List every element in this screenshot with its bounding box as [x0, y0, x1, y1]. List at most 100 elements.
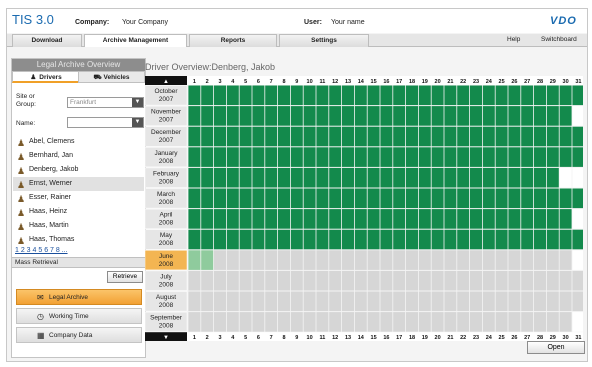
driver-item[interactable]: ♟ Haas, Martin: [13, 219, 144, 233]
day-cell[interactable]: [470, 291, 482, 312]
day-cell[interactable]: [495, 167, 508, 188]
day-cell[interactable]: [316, 291, 329, 312]
day-cell[interactable]: [546, 229, 559, 250]
day-cell[interactable]: [470, 85, 482, 106]
day-cell[interactable]: [329, 126, 342, 147]
day-cell[interactable]: [521, 85, 534, 106]
day-cell[interactable]: [316, 188, 329, 209]
day-cell[interactable]: [214, 167, 226, 188]
day-cell[interactable]: [354, 188, 367, 209]
day-cell[interactable]: [226, 188, 239, 209]
day-cell[interactable]: [418, 85, 431, 106]
day-cell[interactable]: [278, 85, 290, 106]
day-cell[interactable]: [521, 126, 534, 147]
day-cell[interactable]: [188, 229, 201, 250]
day-cell[interactable]: [418, 147, 431, 167]
day-cell[interactable]: [495, 291, 508, 312]
day-cell[interactable]: [354, 106, 367, 126]
day-cell[interactable]: [342, 312, 354, 332]
day-cell[interactable]: [495, 85, 508, 106]
day-cell[interactable]: [521, 106, 534, 126]
day-cell[interactable]: [572, 250, 583, 270]
day-cell[interactable]: [278, 209, 290, 229]
driver-pager[interactable]: 1 2 3 4 5 6 7 8 ...: [15, 247, 68, 254]
day-cell[interactable]: [226, 291, 239, 312]
menu-help[interactable]: Help: [507, 34, 520, 47]
day-cell[interactable]: [572, 229, 583, 250]
day-cell[interactable]: [572, 126, 583, 147]
day-cell[interactable]: [546, 250, 559, 270]
day-cell[interactable]: [290, 291, 303, 312]
day-cell[interactable]: [265, 188, 278, 209]
day-cell[interactable]: [431, 291, 444, 312]
day-cell[interactable]: [559, 291, 572, 312]
day-cell[interactable]: [482, 270, 495, 291]
day-cell[interactable]: [431, 147, 444, 167]
day-cell[interactable]: [521, 250, 534, 270]
day-cell[interactable]: [342, 85, 354, 106]
day-cell[interactable]: [226, 85, 239, 106]
day-cell[interactable]: [406, 106, 418, 126]
day-cell[interactable]: [329, 209, 342, 229]
day-cell[interactable]: [393, 167, 406, 188]
day-cell[interactable]: [265, 250, 278, 270]
day-cell[interactable]: [572, 106, 583, 126]
day-cell[interactable]: [265, 312, 278, 332]
day-cell[interactable]: [431, 229, 444, 250]
driver-item[interactable]: ♟ Bernhard, Jan: [13, 149, 144, 163]
day-cell[interactable]: [342, 270, 354, 291]
day-cell[interactable]: [559, 312, 572, 332]
day-cell[interactable]: [431, 312, 444, 332]
day-cell[interactable]: [367, 250, 380, 270]
day-cell[interactable]: [354, 250, 367, 270]
day-cell[interactable]: [226, 209, 239, 229]
day-cell[interactable]: [431, 85, 444, 106]
day-cell[interactable]: [470, 188, 482, 209]
day-cell[interactable]: [559, 270, 572, 291]
day-cell[interactable]: [534, 291, 546, 312]
retrieve-button[interactable]: Retrieve: [107, 271, 143, 283]
day-cell[interactable]: [252, 106, 265, 126]
day-cell[interactable]: [188, 209, 201, 229]
day-cell[interactable]: [380, 209, 393, 229]
day-cell[interactable]: [239, 291, 252, 312]
day-cell[interactable]: [534, 270, 546, 291]
day-cell[interactable]: [354, 312, 367, 332]
day-cell[interactable]: [226, 126, 239, 147]
day-cell[interactable]: [201, 85, 214, 106]
day-cell[interactable]: [278, 167, 290, 188]
day-cell[interactable]: [278, 250, 290, 270]
day-cell[interactable]: [393, 147, 406, 167]
day-cell[interactable]: [406, 270, 418, 291]
day-cell[interactable]: [495, 126, 508, 147]
day-cell[interactable]: [521, 270, 534, 291]
day-cell[interactable]: [278, 270, 290, 291]
day-cell[interactable]: [444, 85, 457, 106]
day-cell[interactable]: [329, 85, 342, 106]
day-cell[interactable]: [431, 126, 444, 147]
day-cell[interactable]: [290, 270, 303, 291]
day-cell[interactable]: [367, 85, 380, 106]
day-cell[interactable]: [482, 291, 495, 312]
day-cell[interactable]: [316, 126, 329, 147]
day-cell[interactable]: [342, 188, 354, 209]
day-cell[interactable]: [303, 209, 316, 229]
day-cell[interactable]: [367, 270, 380, 291]
day-cell[interactable]: [444, 229, 457, 250]
day-cell[interactable]: [303, 126, 316, 147]
day-cell[interactable]: [470, 312, 482, 332]
day-cell[interactable]: [226, 147, 239, 167]
day-cell[interactable]: [495, 147, 508, 167]
day-cell[interactable]: [546, 312, 559, 332]
menu-archive-management[interactable]: Archive Management: [84, 34, 187, 47]
day-cell[interactable]: [201, 270, 214, 291]
day-cell[interactable]: [201, 147, 214, 167]
day-cell[interactable]: [406, 85, 418, 106]
day-cell[interactable]: [239, 270, 252, 291]
day-cell[interactable]: [495, 106, 508, 126]
day-cell[interactable]: [188, 147, 201, 167]
day-cell[interactable]: [278, 229, 290, 250]
day-cell[interactable]: [418, 291, 431, 312]
menu-settings[interactable]: Settings: [279, 34, 369, 47]
day-cell[interactable]: [393, 229, 406, 250]
